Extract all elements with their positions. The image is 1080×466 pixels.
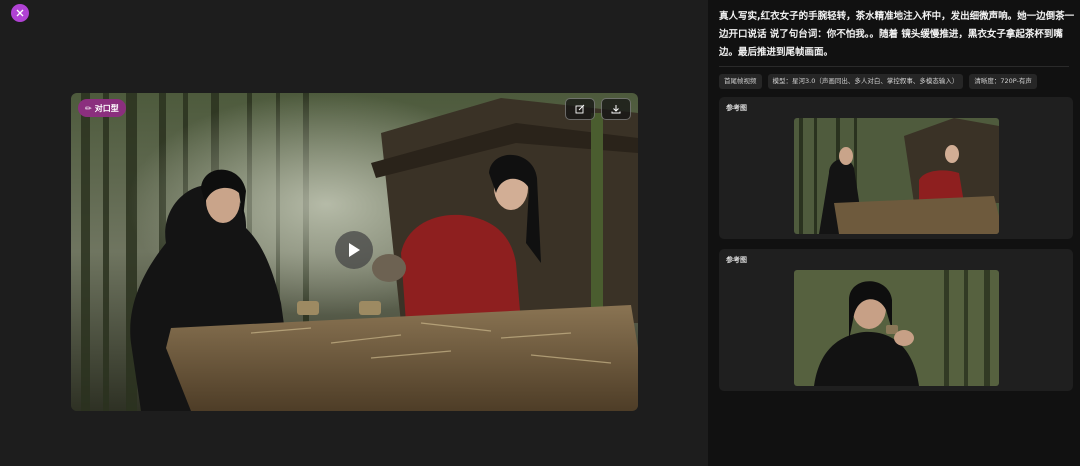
video-preview-pane: ✏ 对口型 xyxy=(0,0,708,466)
tag-video-type: 首尾帧视频 xyxy=(719,74,762,89)
video-player[interactable]: ✏ 对口型 xyxy=(71,93,638,411)
reference-label: 参考图 xyxy=(726,256,747,264)
lip-sync-label: 对口型 xyxy=(94,103,119,113)
reference-image-last-frame xyxy=(794,270,999,386)
reference-label: 参考图 xyxy=(726,104,747,112)
reference-image-first-frame xyxy=(794,118,999,234)
close-button[interactable] xyxy=(11,4,29,22)
edit-icon xyxy=(575,104,585,114)
reference-image[interactable] xyxy=(794,118,999,234)
edit-button[interactable] xyxy=(565,98,595,120)
details-panel: 真人写实,红衣女子的手腕轻转，茶水精准地注入杯中，发出细微声响。她一边倒茶一边开… xyxy=(708,0,1080,466)
reference-card: 参考图 xyxy=(719,249,1073,391)
download-button[interactable] xyxy=(601,98,631,120)
video-toolbar xyxy=(565,98,631,120)
pencil-icon: ✏ xyxy=(85,103,92,113)
tag-resolution: 清晰度：720P-有声 xyxy=(969,74,1037,89)
lip-sync-badge[interactable]: ✏ 对口型 xyxy=(78,99,126,117)
divider xyxy=(719,66,1069,67)
download-icon xyxy=(611,105,621,114)
app-root: ✏ 对口型 真人写实,红衣女子的手腕轻转，茶水精准地注入杯中，发出细微声响。她一… xyxy=(0,0,1080,466)
tag-list: 首尾帧视频 模型：星河3.0（声画同出、多人对白、掌控叙事、多模态输入） 清晰度… xyxy=(719,74,1037,89)
prompt-text: 真人写实,红衣女子的手腕轻转，茶水精准地注入杯中，发出细微声响。她一边倒茶一边开… xyxy=(719,11,1075,58)
play-button[interactable] xyxy=(335,231,373,269)
reference-card: 参考图 xyxy=(719,97,1073,239)
close-icon xyxy=(16,9,24,17)
play-icon xyxy=(349,243,360,257)
reference-image[interactable] xyxy=(794,270,999,386)
tag-model: 模型：星河3.0（声画同出、多人对白、掌控叙事、多模态输入） xyxy=(767,74,964,89)
